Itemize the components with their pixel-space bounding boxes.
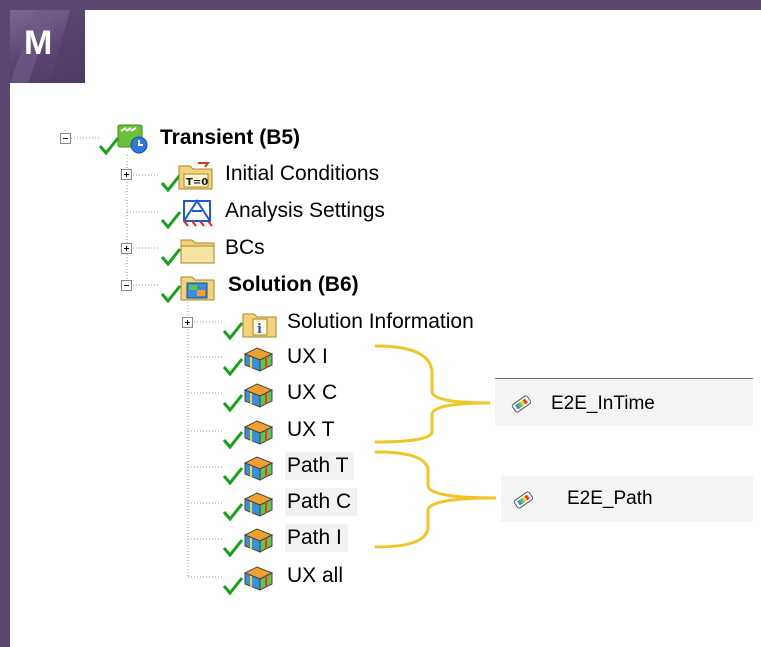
tag-icon bbox=[513, 491, 534, 509]
grouping-braces bbox=[374, 344, 497, 549]
brace-intime bbox=[374, 344, 491, 444]
brace-path bbox=[374, 450, 497, 549]
tag-item-e2e-intime[interactable]: E2E_InTime bbox=[495, 380, 753, 426]
tag-label: E2E_InTime bbox=[551, 393, 655, 414]
tag-label: E2E_Path bbox=[567, 488, 653, 509]
tag-icon bbox=[511, 395, 532, 413]
tag-item-e2e-path[interactable]: E2E_Path bbox=[501, 476, 753, 522]
tag-panel-divider bbox=[495, 378, 753, 379]
